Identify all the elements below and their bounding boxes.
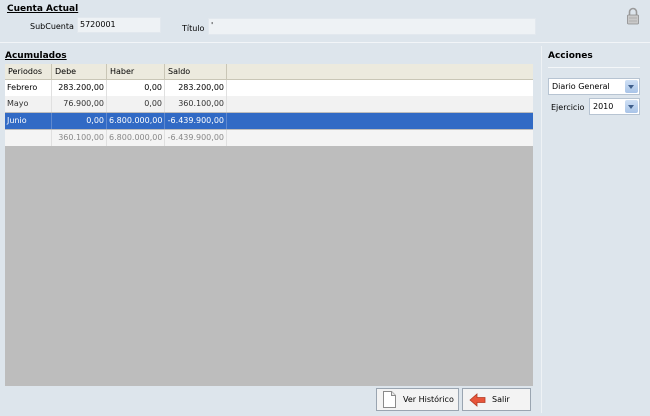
cell-haber: 0,00 xyxy=(107,96,165,112)
col-header-saldo[interactable]: Saldo xyxy=(165,64,227,79)
cell-periodo: Febrero xyxy=(5,80,52,96)
chevron-down-icon[interactable] xyxy=(625,80,638,93)
document-icon xyxy=(383,391,396,408)
salir-label: Salir xyxy=(492,395,510,404)
acumulados-grid[interactable]: Periodos Debe Haber Saldo Febrero 283.20… xyxy=(5,64,533,386)
cell-periodo xyxy=(5,130,52,146)
acumulados-title: Acumulados xyxy=(5,51,67,61)
cell-periodo: Mayo xyxy=(5,96,52,112)
ejercicio-select-value: 2010 xyxy=(593,102,614,111)
cell-debe: 76.900,00 xyxy=(52,96,107,112)
cell-debe: 0,00 xyxy=(52,113,107,129)
salir-button[interactable]: Salir xyxy=(462,388,531,411)
exit-arrow-icon xyxy=(469,393,487,407)
ver-historico-label: Ver Histórico xyxy=(403,395,454,404)
titulo-label: Título xyxy=(182,24,205,33)
divider xyxy=(0,42,650,43)
cell-debe: 283.200,00 xyxy=(52,80,107,96)
acciones-divider xyxy=(548,67,640,68)
table-row-selected[interactable]: Junio 0,00 6.800.000,00 -6.439.900,00 xyxy=(5,113,533,129)
ver-historico-button[interactable]: Ver Histórico xyxy=(376,388,459,411)
col-header-debe[interactable]: Debe xyxy=(52,64,107,79)
acciones-title: Acciones xyxy=(548,51,593,61)
cell-saldo: 360.100,00 xyxy=(165,96,227,112)
cell-saldo: -6.439.900,00 xyxy=(165,113,227,129)
totals-row: 360.100,00 6.800.000,00 -6.439.900,00 xyxy=(5,130,533,146)
cell-haber: 6.800.000,00 xyxy=(107,113,165,129)
cell-total-haber: 6.800.000,00 xyxy=(107,130,165,146)
chevron-down-icon[interactable] xyxy=(625,100,638,113)
ejercicio-select[interactable]: 2010 xyxy=(589,98,640,115)
ejercicio-label: Ejercicio xyxy=(551,103,585,112)
cuenta-actual-panel: Cuenta Actual SubCuenta 5720001 Título ' xyxy=(0,0,650,42)
diario-select[interactable]: Diario General xyxy=(548,78,640,95)
table-row[interactable]: Febrero 283.200,00 0,00 283.200,00 xyxy=(5,80,533,96)
cell-total-saldo: -6.439.900,00 xyxy=(165,130,227,146)
col-header-haber[interactable]: Haber xyxy=(107,64,165,79)
acciones-panel: Acciones Diario General Ejercicio 2010 xyxy=(541,46,646,413)
titulo-field[interactable]: ' xyxy=(208,18,536,35)
table-row[interactable]: Mayo 76.900,00 0,00 360.100,00 xyxy=(5,96,533,112)
col-header-periodos[interactable]: Periodos xyxy=(5,64,52,79)
cuenta-actual-title: Cuenta Actual xyxy=(7,4,79,14)
lock-icon xyxy=(626,7,640,25)
cell-total-debe: 360.100,00 xyxy=(52,130,107,146)
grid-header: Periodos Debe Haber Saldo xyxy=(5,64,533,80)
subcuenta-label: SubCuenta xyxy=(30,22,74,31)
cell-haber: 0,00 xyxy=(107,80,165,96)
cell-periodo: Junio xyxy=(5,113,52,129)
subcuenta-field[interactable]: 5720001 xyxy=(77,17,161,33)
cell-saldo: 283.200,00 xyxy=(165,80,227,96)
diario-select-value: Diario General xyxy=(552,82,610,91)
